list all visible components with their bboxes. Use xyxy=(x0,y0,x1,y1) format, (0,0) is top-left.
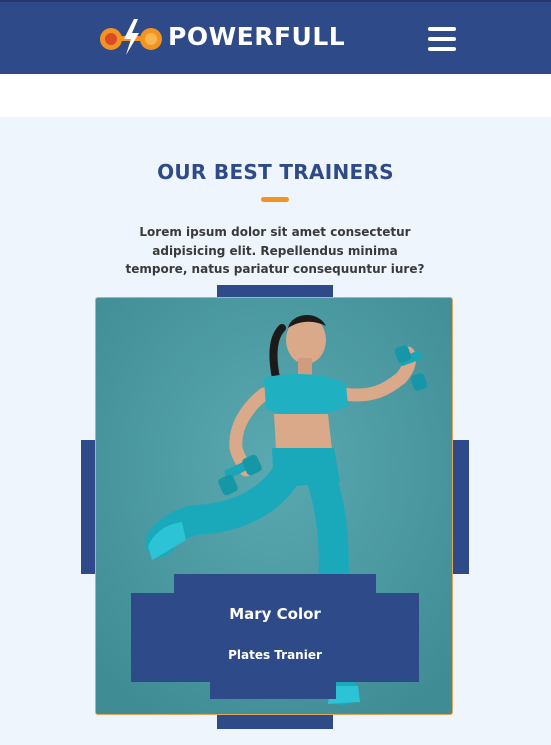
header-spacer xyxy=(0,74,551,117)
title-underline xyxy=(261,197,289,202)
brand-name: POWERFULL xyxy=(168,22,346,51)
site-header: POWERFULL xyxy=(0,0,551,74)
menu-button[interactable] xyxy=(428,27,456,51)
trainers-section: OUR BEST TRAINERS Lorem ipsum dolor sit … xyxy=(0,117,551,745)
trainer-role: Plates Tranier xyxy=(228,648,322,662)
dumbbell-lightning-logo-icon xyxy=(100,19,162,55)
section-intro: Lorem ipsum dolor sit amet consectetur a… xyxy=(125,225,425,276)
name-panel-foot xyxy=(210,681,336,699)
card-right-accent xyxy=(452,440,469,574)
trainer-info-panel: Mary Color Plates Tranier xyxy=(131,593,419,682)
trainer-card[interactable]: Mary Color Plates Tranier xyxy=(95,297,453,715)
trainer-name: Mary Color xyxy=(229,605,321,623)
card-bottom-accent xyxy=(217,713,333,729)
brand-logo[interactable]: POWERFULL xyxy=(98,17,345,57)
section-title: OUR BEST TRAINERS xyxy=(157,160,394,184)
